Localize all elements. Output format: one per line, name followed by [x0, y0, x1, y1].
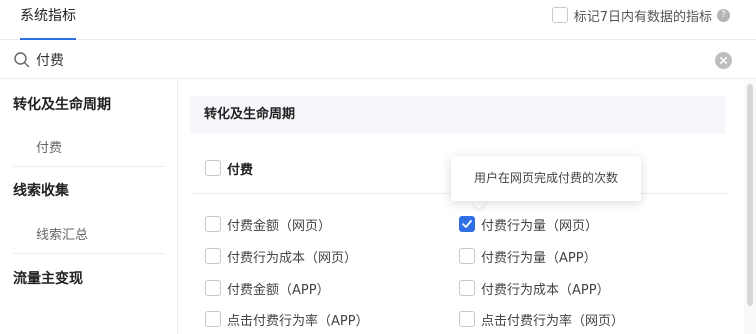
sidebar-divider	[13, 253, 165, 254]
sidebar-group-lead-collection[interactable]: 线索收集	[13, 180, 69, 200]
metric-label: 付费行为量（网页）	[481, 218, 599, 234]
checkbox[interactable]	[459, 311, 475, 327]
question-circle-icon[interactable]: ?	[717, 8, 730, 22]
checkbox[interactable]	[205, 280, 221, 296]
scrollbar[interactable]	[744, 80, 756, 334]
metric-label: 点击付费行为率（APP）	[227, 313, 369, 329]
metric-label: 点击付费行为率（网页）	[481, 313, 625, 329]
tab-bar: 系统指标 标记7日内有数据的指标 ?	[0, 0, 756, 40]
checkbox[interactable]	[459, 280, 475, 296]
mark-recent-label: 标记7日内有数据的指标	[573, 9, 712, 25]
metric-payment-amount-web[interactable]: 付费金额（网页）	[205, 214, 331, 234]
scrollbar-thumb[interactable]	[747, 84, 753, 306]
sidebar-divider	[13, 166, 165, 167]
metric-payment-count-app[interactable]: 付费行为量（APP）	[459, 246, 597, 266]
search-bar	[0, 41, 756, 79]
checkbox[interactable]	[205, 248, 221, 264]
checkbox[interactable]	[205, 311, 221, 327]
metric-click-payment-rate-app[interactable]: 点击付费行为率（APP）	[205, 309, 369, 329]
metric-click-payment-rate-web[interactable]: 点击付费行为率（网页）	[459, 309, 624, 329]
sidebar-group-monetization[interactable]: 流量主变现	[13, 268, 83, 288]
metric-payment-cost-app[interactable]: 付费行为成本（APP）	[459, 278, 610, 298]
metric-payment-cost-web[interactable]: 付费行为成本（网页）	[205, 246, 357, 266]
sidebar-item-lead-summary[interactable]: 线索汇总	[36, 224, 88, 243]
metric-payment-amount-app[interactable]: 付费金额（APP）	[205, 278, 330, 298]
tab-active-indicator	[20, 38, 76, 40]
search-icon	[14, 52, 30, 68]
section-header: 转化及生命周期	[190, 96, 725, 134]
metrics-panel: 转化及生命周期 付费 付费金额（网页） 付费行为量（网页） 付费行为成本（网页）…	[179, 80, 744, 334]
group-checkbox-payment[interactable]: 付费	[205, 158, 253, 178]
close-circle-icon[interactable]	[715, 52, 732, 69]
checkbox-label: 付费	[227, 162, 254, 178]
checkbox[interactable]	[459, 248, 475, 264]
checkbox[interactable]	[205, 216, 221, 232]
metric-label: 付费行为成本（APP）	[481, 282, 610, 298]
mark-recent-checkbox[interactable]	[551, 7, 568, 23]
metric-label: 付费金额（APP）	[227, 282, 330, 298]
sidebar-item-payment[interactable]: 付费	[36, 137, 62, 156]
checkbox-checked[interactable]	[459, 216, 475, 232]
metric-label: 付费行为量（APP）	[481, 250, 597, 266]
category-sidebar: 转化及生命周期 付费 线索收集 线索汇总 流量主变现	[0, 80, 178, 334]
search-input[interactable]	[36, 48, 696, 72]
metric-label: 付费金额（网页）	[227, 218, 332, 234]
checkbox[interactable]	[205, 160, 221, 176]
mark-recent-data-toggle[interactable]: 标记7日内有数据的指标 ?	[551, 5, 730, 25]
metric-tooltip: 用户在网页完成付费的次数	[451, 156, 641, 201]
metric-payment-count-web[interactable]: 付费行为量（网页）	[459, 214, 598, 234]
check-icon	[462, 220, 472, 228]
tab-system-metrics[interactable]: 系统指标	[12, 0, 84, 40]
metric-label: 付费行为成本（网页）	[227, 250, 358, 266]
tab-label: 系统指标	[20, 8, 76, 24]
sidebar-group-conversion[interactable]: 转化及生命周期	[13, 94, 111, 114]
